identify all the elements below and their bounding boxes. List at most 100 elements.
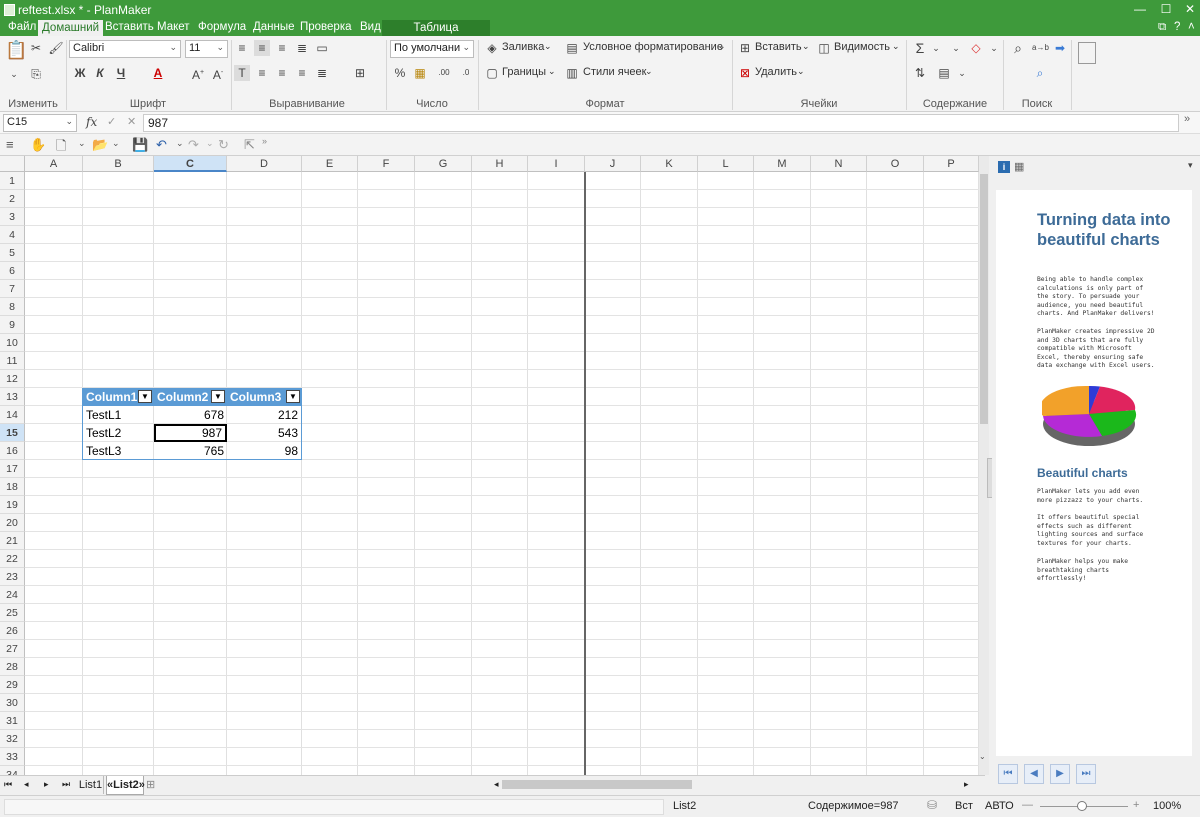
- function-icon[interactable]: fx: [86, 115, 97, 129]
- sheet-tab-list2[interactable]: «List2»: [106, 776, 145, 795]
- row-header[interactable]: 28: [0, 658, 25, 676]
- replace-icon[interactable]: a→b: [1032, 40, 1049, 56]
- wrap-text-icon[interactable]: ≣: [294, 40, 310, 56]
- font-name-combo[interactable]: Calibri ⌄: [69, 40, 181, 58]
- pointer-icon[interactable]: ⇱: [244, 137, 255, 153]
- column-header[interactable]: O: [867, 156, 924, 172]
- cell-reference-box[interactable]: C15 ⌄: [3, 114, 77, 132]
- paste-dropdown-icon[interactable]: ⌄: [6, 66, 22, 82]
- scroll-left-icon[interactable]: ◂: [494, 779, 499, 790]
- borders-icon[interactable]: ▢: [484, 65, 500, 81]
- clear-icon[interactable]: ◇: [968, 40, 984, 56]
- status-calc-mode[interactable]: АВТО: [985, 800, 1014, 812]
- menu-data[interactable]: Данные: [253, 21, 295, 33]
- horizontal-scroll-thumb[interactable]: [502, 780, 692, 789]
- zoom-slider-thumb[interactable]: [1077, 801, 1087, 811]
- row-header[interactable]: 25: [0, 604, 25, 622]
- menu-view[interactable]: Вид: [360, 21, 381, 33]
- maximize-icon[interactable]: ☐: [1156, 2, 1176, 16]
- zoom-out-icon[interactable]: —: [1022, 799, 1033, 811]
- sum-icon[interactable]: Σ: [912, 40, 928, 56]
- chevron-down-icon[interactable]: ⌄: [797, 66, 805, 77]
- row-header[interactable]: 1: [0, 172, 25, 190]
- align-top-icon[interactable]: ≡: [234, 40, 250, 56]
- chevron-down-icon[interactable]: ⌄: [78, 138, 86, 149]
- zoom-level[interactable]: 100%: [1153, 800, 1181, 812]
- column-header[interactable]: D: [227, 156, 302, 172]
- cell-borders-icon[interactable]: ⊞: [352, 65, 368, 81]
- chevron-down-icon[interactable]: ⌄: [892, 41, 900, 52]
- menu-home[interactable]: Домашний: [38, 20, 104, 36]
- scroll-right-icon[interactable]: ▸: [964, 779, 969, 790]
- column-header[interactable]: K: [641, 156, 698, 172]
- row-header[interactable]: 33: [0, 748, 25, 766]
- cancel-icon[interactable]: ✕: [127, 115, 136, 128]
- row-header[interactable]: 10: [0, 334, 25, 352]
- row-header[interactable]: 4: [0, 226, 25, 244]
- chevron-down-icon[interactable]: ⌄: [986, 40, 1002, 56]
- chevron-down-icon[interactable]: ⌄: [948, 40, 964, 56]
- chevron-down-icon[interactable]: ⌄: [718, 41, 726, 52]
- menu-review[interactable]: Проверка: [300, 21, 352, 33]
- increase-decimal-icon[interactable]: .00: [436, 65, 452, 81]
- row-header[interactable]: 6: [0, 262, 25, 280]
- panel-grid-icon[interactable]: ▦: [1014, 160, 1024, 173]
- chevron-down-icon[interactable]: ⌄: [206, 138, 214, 149]
- column-header[interactable]: B: [83, 156, 154, 172]
- chevron-down-icon[interactable]: ⌄: [645, 66, 653, 77]
- row-header[interactable]: 7: [0, 280, 25, 298]
- row-header[interactable]: 5: [0, 244, 25, 262]
- chevron-down-icon[interactable]: ⌄: [544, 41, 552, 52]
- delete-cells-button[interactable]: Удалить: [755, 66, 797, 78]
- shrink-font-icon[interactable]: A-: [210, 65, 226, 82]
- track-changes-icon[interactable]: ⛁: [927, 798, 937, 812]
- minimize-icon[interactable]: —: [1130, 2, 1150, 16]
- italic-icon[interactable]: К: [92, 65, 108, 81]
- row-header[interactable]: 29: [0, 676, 25, 694]
- font-size-combo[interactable]: 11 ⌄: [185, 40, 228, 58]
- row-header[interactable]: 12: [0, 370, 25, 388]
- chevron-down-icon[interactable]: ⌄: [112, 138, 120, 149]
- more-icon[interactable]: »: [262, 136, 267, 146]
- row-header[interactable]: 11: [0, 352, 25, 370]
- help-icon[interactable]: ?: [1174, 21, 1180, 33]
- row-header[interactable]: 27: [0, 640, 25, 658]
- row-header[interactable]: 24: [0, 586, 25, 604]
- row-header[interactable]: 26: [0, 622, 25, 640]
- column-header[interactable]: M: [754, 156, 811, 172]
- last-page-icon[interactable]: ⏭: [1076, 764, 1096, 784]
- column-header[interactable]: H: [472, 156, 528, 172]
- first-page-icon[interactable]: ⏮: [998, 764, 1018, 784]
- currency-icon[interactable]: ▦: [412, 65, 428, 81]
- scroll-down-icon[interactable]: ⌄: [979, 752, 986, 761]
- menu-formula[interactable]: Формула: [198, 21, 246, 33]
- search-icon[interactable]: ⌕: [1010, 40, 1026, 56]
- open-folder-icon[interactable]: 📂: [92, 137, 108, 153]
- select-all-corner[interactable]: [0, 156, 25, 172]
- row-header[interactable]: 23: [0, 568, 25, 586]
- row-header[interactable]: 15: [0, 424, 25, 442]
- column-header[interactable]: A: [25, 156, 83, 172]
- copy-icon[interactable]: ⎘: [28, 66, 44, 82]
- insert-cells-button[interactable]: Вставить: [755, 41, 802, 53]
- ribbon-options-icon[interactable]: ⧉: [1158, 21, 1166, 34]
- row-header[interactable]: 9: [0, 316, 25, 334]
- row-header[interactable]: 14: [0, 406, 25, 424]
- align-center-icon[interactable]: ≡: [274, 65, 290, 81]
- decrease-decimal-icon[interactable]: .0: [458, 65, 474, 81]
- chevron-down-icon[interactable]: ⌄: [954, 65, 970, 81]
- underline-icon[interactable]: Ч: [113, 65, 129, 81]
- last-sheet-icon[interactable]: ⏭: [62, 779, 70, 790]
- row-header[interactable]: 30: [0, 694, 25, 712]
- previous-page-icon[interactable]: ◀: [1024, 764, 1044, 784]
- column-header[interactable]: N: [811, 156, 867, 172]
- row-header[interactable]: 3: [0, 208, 25, 226]
- sheet-tab-list1[interactable]: List1: [78, 776, 104, 794]
- search-again-icon[interactable]: ⌕: [1032, 65, 1048, 81]
- next-sheet-icon[interactable]: ▸: [44, 779, 49, 790]
- column-header[interactable]: J: [585, 156, 641, 172]
- spreadsheet-grid[interactable]: ABCDEFGHIJKLMNOP 1 2 3 4 5 6 7 8 9 10 11 12 13 14 15 16…: [0, 156, 979, 775]
- cell-styles-icon[interactable]: ▥: [564, 65, 580, 81]
- row-header[interactable]: 32: [0, 730, 25, 748]
- prev-sheet-icon[interactable]: ◂: [24, 779, 29, 790]
